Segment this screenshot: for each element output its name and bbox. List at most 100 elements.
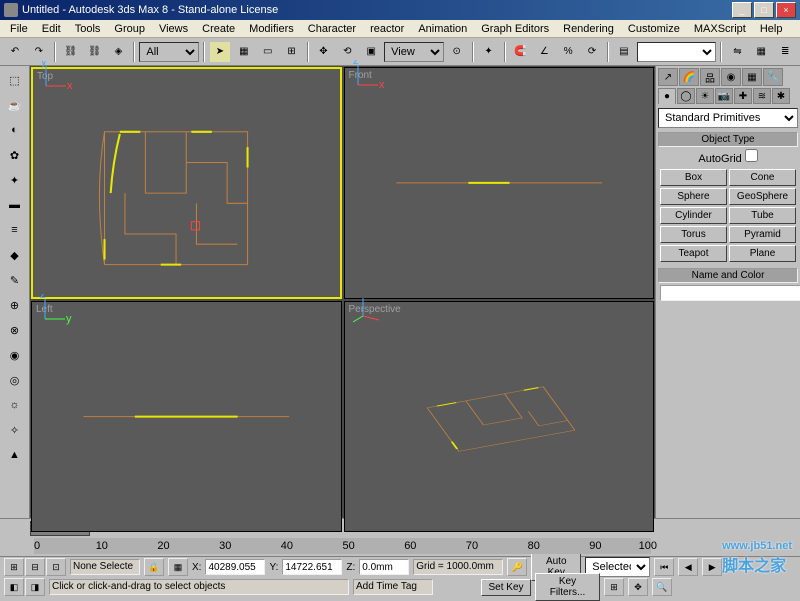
select-button[interactable]: ➤ (209, 41, 231, 63)
tab-icon[interactable]: ☼ (3, 393, 27, 417)
tc-button[interactable]: ⊡ (46, 558, 66, 576)
hierarchy-tab[interactable]: 品 (700, 68, 720, 86)
systems-button[interactable]: ✱ (772, 88, 790, 104)
motion-tab[interactable]: ◉ (721, 68, 741, 86)
time-tag[interactable]: Add Time Tag (353, 579, 433, 595)
goto-start-button[interactable]: ⏮ (654, 558, 674, 576)
create-tab[interactable]: ↗ (658, 68, 678, 86)
tab-icon[interactable]: ▬ (3, 193, 27, 217)
menu-group[interactable]: Group (108, 22, 151, 36)
menu-tools[interactable]: Tools (69, 22, 107, 36)
prev-frame-button[interactable]: ◀ (678, 558, 698, 576)
nav-button[interactable]: ⊞ (604, 578, 624, 596)
cameras-button[interactable]: 📷 (715, 88, 733, 104)
tc-button[interactable]: ⊞ (4, 558, 24, 576)
link-button[interactable]: ⛓ (60, 41, 82, 63)
lights-button[interactable]: ☀ (696, 88, 714, 104)
tab-icon[interactable]: ⬚ (3, 68, 27, 92)
category-dropdown[interactable]: Standard Primitives (658, 108, 798, 128)
layer-button[interactable]: ≣ (774, 41, 796, 63)
tab-icon[interactable]: ⊕ (3, 293, 27, 317)
pyramid-button[interactable]: Pyramid (729, 226, 796, 243)
tab-icon[interactable]: ✿ (3, 143, 27, 167)
align-button[interactable]: ▦ (750, 41, 772, 63)
tab-icon[interactable]: ◎ (3, 368, 27, 392)
menu-animation[interactable]: Animation (412, 22, 473, 36)
cylinder-button[interactable]: Cylinder (660, 207, 727, 224)
unlink-button[interactable]: ⛓ (84, 41, 106, 63)
menu-views[interactable]: Views (153, 22, 194, 36)
tc-button[interactable]: ⊟ (25, 558, 45, 576)
menu-maxscript[interactable]: MAXScript (688, 22, 752, 36)
setkey-button[interactable]: Set Key (481, 579, 531, 596)
named-sel-combo[interactable] (637, 42, 717, 62)
lock-button[interactable]: 🔒 (144, 558, 164, 576)
modify-tab[interactable]: 🌈 (679, 68, 699, 86)
rollout-name-color[interactable]: Name and Color (658, 268, 798, 283)
plane-button[interactable]: Plane (729, 245, 796, 262)
select-name-button[interactable]: ▦ (233, 41, 255, 63)
geosphere-button[interactable]: GeoSphere (729, 188, 796, 205)
tc-button[interactable]: ◧ (4, 578, 24, 596)
mirror-button[interactable]: ⇋ (726, 41, 748, 63)
menu-modifiers[interactable]: Modifiers (243, 22, 300, 36)
spacewarps-button[interactable]: ≋ (753, 88, 771, 104)
bind-button[interactable]: ◈ (108, 41, 130, 63)
y-coord-field[interactable] (282, 559, 342, 575)
x-coord-field[interactable] (205, 559, 265, 575)
minimize-button[interactable]: _ (732, 2, 752, 18)
viewport-perspective[interactable]: Perspective (344, 301, 655, 532)
rollout-object-type[interactable]: Object Type (658, 132, 798, 147)
tc-button[interactable]: ◨ (25, 578, 45, 596)
object-name-field[interactable] (660, 285, 800, 301)
menu-character[interactable]: Character (302, 22, 362, 36)
time-ruler[interactable]: 0 10 20 30 40 50 60 70 80 90 100 (34, 538, 651, 554)
selection-filter-combo[interactable]: All (139, 42, 199, 62)
viewport-front[interactable]: Front zx (344, 67, 655, 299)
undo-button[interactable]: ↶ (4, 41, 26, 63)
viewport-top[interactable]: Top yx (31, 67, 342, 299)
z-coord-field[interactable] (359, 559, 409, 575)
menu-help[interactable]: Help (754, 22, 789, 36)
menu-file[interactable]: File (4, 22, 34, 36)
autogrid-checkbox[interactable]: AutoGrid (658, 147, 798, 167)
menu-create[interactable]: Create (196, 22, 241, 36)
ref-coord-combo[interactable]: View (384, 42, 444, 62)
tab-icon[interactable]: ◆ (3, 243, 27, 267)
torus-button[interactable]: Torus (660, 226, 727, 243)
viewport-left[interactable]: Left zy (31, 301, 342, 532)
nav-button[interactable]: ✥ (628, 578, 648, 596)
abs-rel-button[interactable]: ▦ (168, 558, 188, 576)
window-crossing-button[interactable]: ⊞ (281, 41, 303, 63)
sphere-button[interactable]: Sphere (660, 188, 727, 205)
maximize-button[interactable]: □ (754, 2, 774, 18)
move-button[interactable]: ✥ (313, 41, 335, 63)
shapes-button[interactable]: ◯ (677, 88, 695, 104)
nav-button[interactable]: 🔍 (652, 578, 672, 596)
tab-icon[interactable]: ✦ (3, 168, 27, 192)
display-tab[interactable]: ▦ (742, 68, 762, 86)
tab-icon[interactable]: ✎ (3, 268, 27, 292)
redo-button[interactable]: ↷ (28, 41, 50, 63)
tab-icon[interactable]: ◉ (3, 343, 27, 367)
menu-grapheditors[interactable]: Graph Editors (475, 22, 555, 36)
tab-icon[interactable]: ⊗ (3, 318, 27, 342)
tab-icon[interactable]: ☕ (3, 93, 27, 117)
helpers-button[interactable]: ✚ (734, 88, 752, 104)
tab-icon[interactable]: ✧ (3, 418, 27, 442)
menu-rendering[interactable]: Rendering (557, 22, 620, 36)
tab-icon[interactable]: ◐ (3, 118, 27, 142)
select-rect-button[interactable]: ▭ (257, 41, 279, 63)
menu-reactor[interactable]: reactor (364, 22, 410, 36)
menu-edit[interactable]: Edit (36, 22, 67, 36)
close-button[interactable]: × (776, 2, 796, 18)
tab-icon[interactable]: ▲ (3, 443, 27, 467)
teapot-button[interactable]: Teapot (660, 245, 727, 262)
cone-button[interactable]: Cone (729, 169, 796, 186)
tube-button[interactable]: Tube (729, 207, 796, 224)
keyfilters-button[interactable]: Key Filters... (535, 573, 600, 601)
menu-customize[interactable]: Customize (622, 22, 686, 36)
tab-icon[interactable]: ≡ (3, 218, 27, 242)
utilities-tab[interactable]: 🔧 (763, 68, 783, 86)
play-button[interactable]: ▶ (702, 558, 722, 576)
